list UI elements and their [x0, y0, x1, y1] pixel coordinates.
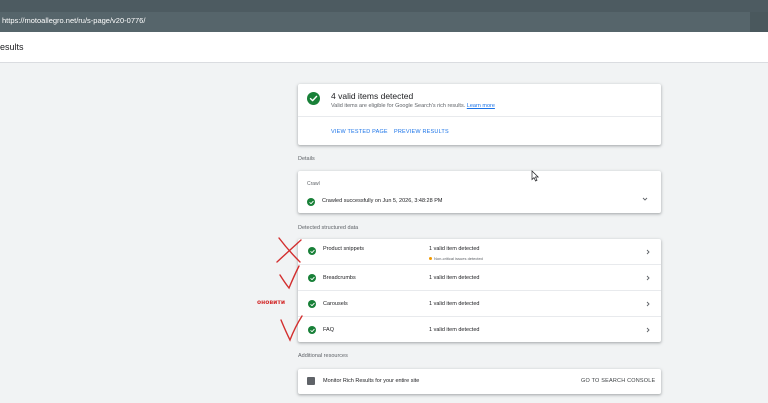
- sd-item-name: Product snippets: [323, 246, 364, 252]
- structured-data-card: Product snippets 1 valid item detected N…: [298, 239, 661, 342]
- breadcrumbs-check-icon: [308, 274, 316, 282]
- sd-item-count: 1 valid item detected: [429, 327, 480, 333]
- product-check-icon: [308, 247, 316, 255]
- chevron-down-icon[interactable]: [641, 195, 649, 203]
- url-text[interactable]: https://motoallegro.net/ru/s-page/v20-07…: [2, 16, 145, 25]
- summary-subtext: Valid items are eligible for Google Sear…: [331, 103, 495, 109]
- handwritten-update-label: оновити: [257, 299, 286, 306]
- sd-item-name: Carousels: [323, 301, 348, 307]
- summary-description: Valid items are eligible for Google Sear…: [331, 103, 466, 109]
- page-title: esults: [0, 42, 24, 52]
- address-bar[interactable]: https://motoallegro.net/ru/s-page/v20-07…: [0, 12, 768, 32]
- summary-card: 4 valid items detected Valid items are e…: [298, 84, 661, 145]
- warning-text: Non-critical issues detected: [434, 256, 483, 261]
- address-bar-edge: [750, 12, 768, 32]
- monitor-text: Monitor Rich Results for your entire sit…: [323, 378, 420, 384]
- browser-top-bar: [0, 0, 768, 12]
- crawl-check-icon: [307, 198, 315, 206]
- view-tested-page-button[interactable]: VIEW TESTED PAGE: [331, 129, 388, 135]
- sd-item-name: Breadcrumbs: [323, 275, 356, 281]
- preview-results-button[interactable]: PREVIEW RESULTS: [394, 129, 449, 135]
- red-check-mark-breadcrumbs: [279, 265, 300, 290]
- chevron-right-icon[interactable]: [644, 274, 652, 282]
- learn-more-link[interactable]: Learn more: [467, 103, 495, 109]
- summary-divider: [298, 116, 661, 117]
- sd-item-count: 1 valid item detected: [429, 246, 480, 252]
- faq-check-icon: [308, 326, 316, 334]
- page-header: esults: [0, 32, 768, 63]
- chevron-right-icon[interactable]: [644, 326, 652, 334]
- carousels-check-icon: [308, 300, 316, 308]
- crawl-status: Crawled successfully on Jun 5, 2026, 3:4…: [322, 198, 443, 204]
- sd-row-faq[interactable]: FAQ 1 valid item detected: [298, 317, 661, 343]
- sd-item-name: FAQ: [323, 327, 335, 333]
- chevron-right-icon[interactable]: [644, 248, 652, 256]
- sd-item-count: 1 valid item detected: [429, 275, 480, 281]
- sd-item-count: 1 valid item detected: [429, 301, 480, 307]
- warning-dot-icon: [429, 257, 432, 261]
- summary-heading: 4 valid items detected: [331, 91, 414, 101]
- crawl-card[interactable]: Crawl Crawled successfully on Jun 5, 202…: [298, 171, 661, 213]
- red-x-mark: [278, 237, 301, 263]
- details-section-label: Details: [298, 156, 315, 162]
- sd-item-warning: Non-critical issues detected: [429, 256, 483, 261]
- crawl-label: Crawl: [307, 181, 320, 187]
- sd-row-product-snippets[interactable]: Product snippets 1 valid item detected N…: [298, 239, 661, 265]
- sd-row-carousels[interactable]: Carousels 1 valid item detected: [298, 291, 661, 317]
- sd-row-breadcrumbs[interactable]: Breadcrumbs 1 valid item detected: [298, 265, 661, 291]
- search-console-icon: [307, 377, 315, 385]
- additional-resources-label: Additional resources: [298, 353, 348, 359]
- go-to-search-console-button[interactable]: GO TO SEARCH CONSOLE: [581, 378, 655, 384]
- mouse-cursor-icon: [531, 170, 540, 182]
- structured-data-section-label: Detected structured data: [298, 225, 359, 231]
- valid-check-icon: [307, 92, 320, 105]
- chevron-right-icon[interactable]: [644, 300, 652, 308]
- monitor-card: Monitor Rich Results for your entire sit…: [298, 369, 661, 394]
